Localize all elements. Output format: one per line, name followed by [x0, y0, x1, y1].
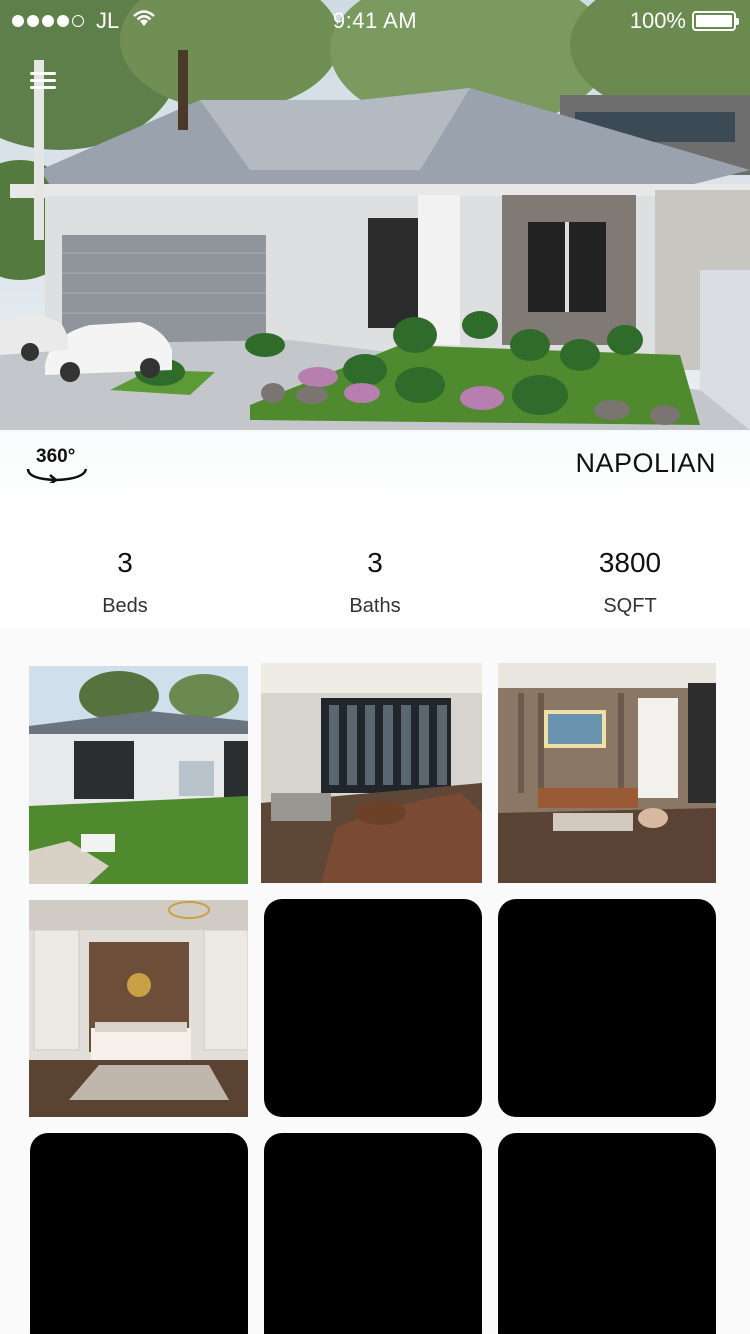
bedroom-image: [29, 900, 248, 1117]
stat-label: SQFT: [603, 595, 657, 617]
photo-gallery: [0, 629, 750, 1334]
gallery-placeholder[interactable]: [498, 899, 716, 1117]
gallery-placeholder[interactable]: [264, 1133, 482, 1334]
stat-value: 3: [117, 547, 133, 578]
gallery-tile-lounge[interactable]: [498, 663, 716, 883]
hero-image[interactable]: JL 9:41 AM 100% 360° NAPOLIAN: [0, 0, 750, 497]
battery-percent: 100%: [629, 8, 686, 33]
battery-status: 100%: [629, 8, 739, 34]
gallery-tile-living-room[interactable]: [261, 663, 482, 883]
property-title: NAPOLIAN: [575, 448, 716, 478]
gallery-placeholder[interactable]: [498, 1133, 716, 1334]
gallery-tile-bedroom[interactable]: [29, 900, 248, 1117]
battery-icon: [692, 11, 739, 31]
living-room-painting-image: [498, 663, 716, 883]
stat-label: Beds: [102, 595, 148, 617]
view-360-label: 360°: [36, 446, 76, 467]
gallery-placeholder[interactable]: [30, 1133, 248, 1334]
exterior-patio-image: [29, 666, 248, 884]
menu-icon[interactable]: [30, 72, 56, 94]
stat-value: 3: [367, 547, 383, 578]
house-exterior-image: [0, 0, 750, 497]
gallery-placeholder[interactable]: [264, 899, 482, 1117]
property-stats: 3 Beds 3 Baths 3800 SQFT: [0, 497, 750, 629]
gallery-tile-exterior[interactable]: [29, 666, 248, 884]
living-room-windows-image: [261, 663, 482, 883]
status-bar: JL 9:41 AM 100%: [0, 0, 750, 40]
stat-label: Baths: [349, 595, 401, 617]
stat-value: 3800: [598, 547, 662, 578]
